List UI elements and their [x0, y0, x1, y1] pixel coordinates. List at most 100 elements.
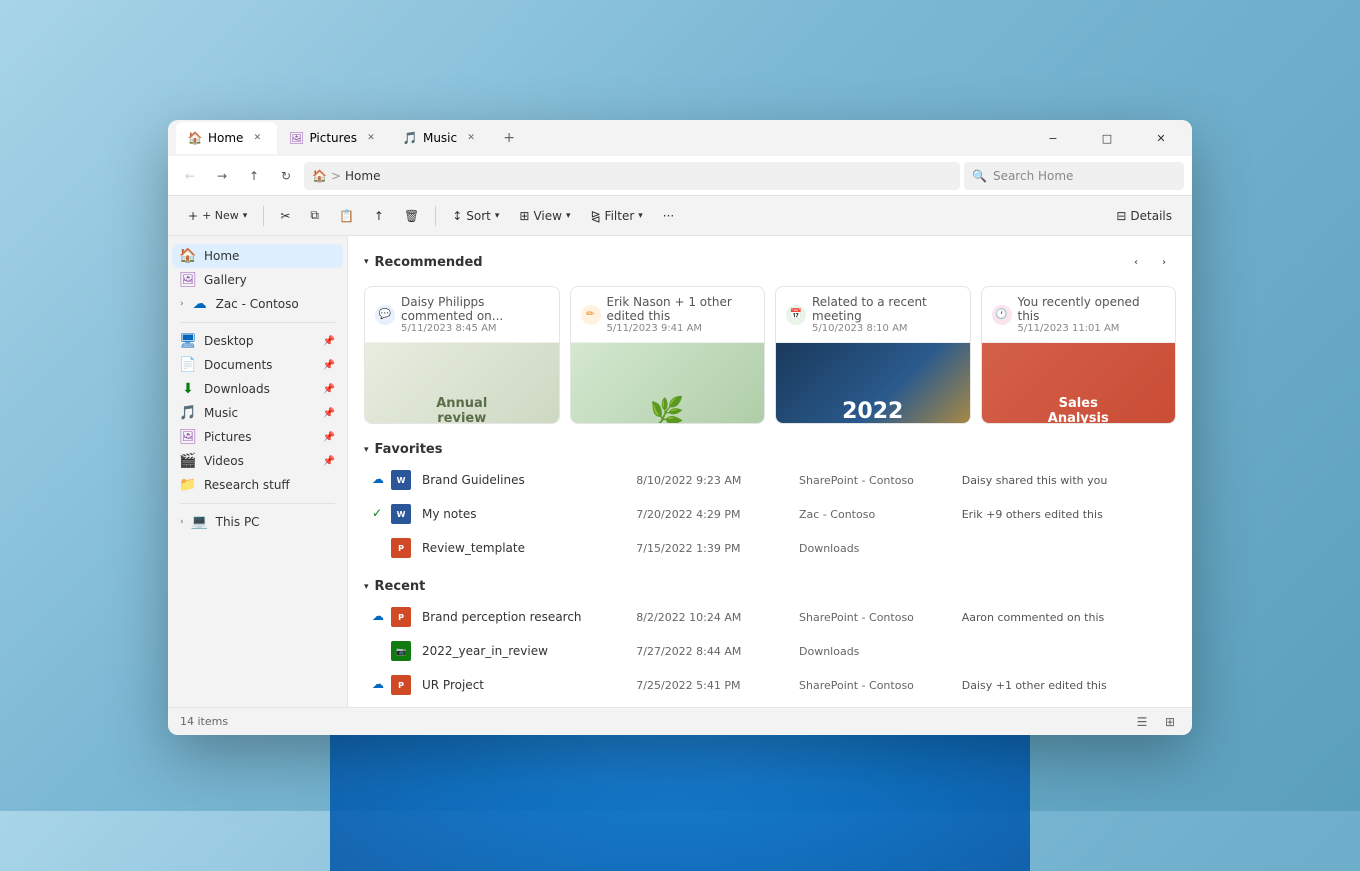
documents-sidebar-icon: 📄	[180, 357, 196, 373]
filter-button[interactable]: ⧎ Filter ▾	[582, 205, 650, 227]
close-button[interactable]: ✕	[1138, 122, 1184, 154]
zac-sidebar-icon: ☁	[192, 296, 208, 312]
brand-perception-cloud-icon: ☁	[372, 609, 388, 625]
card-plant-care[interactable]: ✏ Erik Nason + 1 other edited this 5/11/…	[570, 286, 766, 424]
plant-thumbnail-content: 🌿	[650, 395, 685, 425]
maximize-button[interactable]: □	[1084, 122, 1130, 154]
search-box[interactable]: 🔍 Search Home	[964, 162, 1184, 190]
list-item[interactable]: ☁ P Brand perception research 8/2/2022 1…	[364, 600, 1176, 634]
card-sales-header-text: You recently opened this 5/11/2023 11:01…	[1018, 295, 1166, 334]
details-button[interactable]: ⊟ Details	[1108, 205, 1180, 227]
videos-sidebar-icon: 🎬	[180, 453, 196, 469]
sidebar-item-videos[interactable]: 🎬 Videos 📌	[172, 449, 343, 473]
card-sales-thumbnail: SalesAnalysis	[982, 343, 1176, 424]
favorites-section-header[interactable]: ▾ Favorites	[348, 436, 1192, 463]
card-plant-edit-icon: ✏	[581, 305, 601, 325]
list-item[interactable]: ☁ P UR Project 7/25/2022 5:41 PM SharePo…	[364, 668, 1176, 702]
sidebar-item-research[interactable]: 📁 Research stuff	[172, 473, 343, 497]
sidebar-pictures-label: Pictures	[204, 430, 252, 444]
grid-view-button[interactable]: ⊞	[1160, 712, 1180, 732]
sidebar-item-gallery[interactable]: 🖼 Gallery	[172, 268, 343, 292]
filter-icon: ⧎	[590, 209, 600, 223]
status-count: 14 items	[180, 715, 228, 728]
tab-pictures[interactable]: 🖼 Pictures ✕	[277, 122, 391, 154]
sidebar-documents-label: Documents	[204, 358, 272, 372]
paste-button[interactable]: 📋	[331, 205, 362, 227]
forward-button[interactable]: →	[208, 162, 236, 190]
expand-icon-zac: ›	[180, 299, 184, 309]
tab-pictures-close[interactable]: ✕	[363, 130, 379, 146]
sidebar-thispc-label: This PC	[216, 515, 260, 529]
copy-button[interactable]: ⧉	[302, 204, 327, 227]
tab-music-close[interactable]: ✕	[463, 130, 479, 146]
my-notes-cloud-icon: ✓	[372, 506, 388, 522]
list-item[interactable]: ✓ W My notes 7/20/2022 4:29 PM Zac - Con…	[364, 497, 1176, 531]
new-tab-button[interactable]: +	[495, 124, 523, 152]
sidebar-item-zac-contoso[interactable]: › ☁ Zac - Contoso	[172, 292, 343, 316]
minimize-button[interactable]: −	[1030, 122, 1076, 154]
tab-home[interactable]: 🏠 Home ✕	[176, 122, 277, 154]
card-brand-user: Related to a recent meeting	[812, 295, 960, 323]
list-item[interactable]: ☁ P Review_template 7/15/2022 1:39 PM Do…	[364, 531, 1176, 565]
card-sales-date: 5/11/2023 11:01 AM	[1018, 323, 1166, 334]
sidebar-item-pictures[interactable]: 🖼 Pictures 📌	[172, 425, 343, 449]
desktop-sidebar-icon: 🖥	[180, 333, 196, 349]
delete-button[interactable]: 🗑	[396, 205, 427, 227]
recommended-prev-button[interactable]: ‹	[1124, 250, 1148, 274]
sidebar-item-downloads[interactable]: ⬇ Downloads 📌	[172, 377, 343, 401]
path-root-icon: 🏠	[312, 169, 327, 183]
card-annual-review[interactable]: 💬 Daisy Philipps commented on... 5/11/20…	[364, 286, 560, 424]
expand-icon-thispc: ›	[180, 517, 184, 527]
pictures-sidebar-icon: 🖼	[180, 429, 196, 445]
sidebar-item-music[interactable]: 🎵 Music 📌	[172, 401, 343, 425]
sidebar-item-home[interactable]: 🏠 Home	[172, 244, 343, 268]
card-sales-analysis[interactable]: 🕐 You recently opened this 5/11/2023 11:…	[981, 286, 1177, 424]
list-item[interactable]: ☁ W Brand Guidelines 8/10/2022 9:23 AM S…	[364, 463, 1176, 497]
favorites-label: Favorites	[375, 442, 443, 457]
address-bar: ← → ↑ ↻ 🏠 > Home 🔍 Search Home	[168, 156, 1192, 196]
tab-music[interactable]: 🎵 Music ✕	[391, 122, 491, 154]
recommended-label: Recommended	[375, 255, 483, 270]
recommended-next-button[interactable]: ›	[1152, 250, 1176, 274]
sidebar-item-thispc[interactable]: › 💻 This PC	[172, 510, 343, 534]
card-brand-design[interactable]: 📅 Related to a recent meeting 5/10/2023 …	[775, 286, 971, 424]
sidebar-item-desktop[interactable]: 🖥 Desktop 📌	[172, 329, 343, 353]
brand-guidelines-file-icon: W	[391, 470, 411, 490]
share-button[interactable]: ↑	[366, 205, 392, 227]
cut-button[interactable]: ✂	[272, 205, 298, 227]
home-tab-icon: 🏠	[188, 131, 202, 145]
tab-music-label: Music	[423, 131, 457, 145]
music-sidebar-icon: 🎵	[180, 405, 196, 421]
view-button[interactable]: ⊞ View ▾	[511, 205, 578, 227]
window-controls: − □ ✕	[1030, 122, 1184, 154]
list-view-button[interactable]: ☰	[1132, 712, 1152, 732]
list-item[interactable]: ☁ 📷 2022_year_in_review 7/27/2022 8:44 A…	[364, 634, 1176, 668]
tabs-area: 🏠 Home ✕ 🖼 Pictures ✕ 🎵 Music ✕ +	[176, 120, 1030, 156]
recent-section-header[interactable]: ▾ Recent	[348, 573, 1192, 600]
card-plant-header: ✏ Erik Nason + 1 other edited this 5/11/…	[571, 287, 765, 343]
status-bar: 14 items ☰ ⊞	[168, 707, 1192, 735]
brand-perception-file-icon: P	[391, 607, 411, 627]
recent-label: Recent	[375, 579, 426, 594]
year-review-location: Downloads	[799, 645, 954, 658]
sort-button[interactable]: ↕ Sort ▾	[444, 205, 507, 227]
ur-project-activity: Daisy +1 other edited this	[962, 679, 1168, 692]
new-label: + New	[202, 209, 239, 222]
sidebar-item-documents[interactable]: 📄 Documents 📌	[172, 353, 343, 377]
sort-label: Sort	[466, 209, 491, 223]
back-button[interactable]: ←	[176, 162, 204, 190]
search-icon: 🔍	[972, 169, 987, 183]
card-sales-recent-icon: 🕐	[992, 305, 1012, 325]
new-button[interactable]: + + New ▾	[180, 205, 255, 227]
refresh-button[interactable]: ↻	[272, 162, 300, 190]
path-bar[interactable]: 🏠 > Home	[304, 162, 960, 190]
more-button[interactable]: ···	[655, 205, 682, 227]
year-review-icons: ☁ 📷	[372, 641, 414, 661]
brand-perception-date: 8/2/2022 10:24 AM	[636, 611, 791, 624]
recommended-section-header[interactable]: ▾ Recommended ‹ ›	[348, 244, 1192, 280]
tab-home-close[interactable]: ✕	[249, 130, 265, 146]
up-button[interactable]: ↑	[240, 162, 268, 190]
new-icon: +	[188, 209, 198, 223]
brand-guidelines-name: Brand Guidelines	[422, 473, 628, 487]
brand-guidelines-date: 8/10/2022 9:23 AM	[636, 474, 791, 487]
